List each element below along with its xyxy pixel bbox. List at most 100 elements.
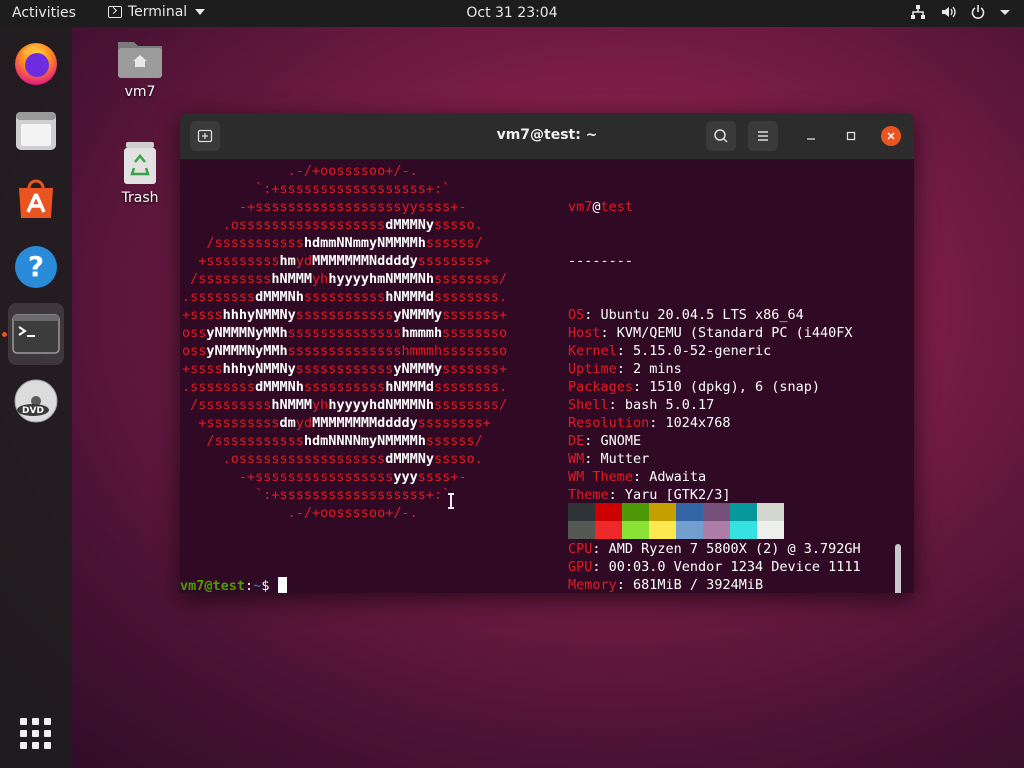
- info-value: : Adwaita: [633, 469, 707, 485]
- ascii-logo-line: /ssssssssssshdmNNNNmyNMMMMhssssss/: [182, 433, 483, 449]
- info-row: DE: GNOME: [568, 432, 861, 450]
- chevron-down-icon: [195, 9, 206, 15]
- ascii-logo-line: -+ssssssssssssssssssyyssss+-: [182, 199, 467, 215]
- info-key: Kernel: [568, 343, 617, 359]
- info-row: Uptime: 2 mins: [568, 360, 861, 378]
- chevron-down-icon[interactable]: [1000, 4, 1010, 20]
- network-icon[interactable]: [910, 4, 926, 20]
- info-row: WM: Mutter: [568, 450, 861, 468]
- palette-swatch: [568, 521, 595, 539]
- system-tray[interactable]: [910, 4, 1010, 20]
- info-value: : AMD Ryzen 7 5800X (2) @ 3.792GH: [592, 541, 861, 557]
- info-value: : Yaru [GTK2/3]: [608, 487, 731, 503]
- palette-swatch: [730, 503, 757, 521]
- ascii-logo-line: .ossssssssssssssssssdMMMNysssso.: [182, 217, 483, 233]
- user-host-line: vm7@test: [568, 199, 634, 215]
- desktop-home-folder[interactable]: vm7: [105, 36, 175, 100]
- text-cursor-icon: [448, 493, 454, 509]
- svg-text:?: ?: [28, 250, 44, 283]
- files-icon: [16, 112, 56, 150]
- maximize-icon: [846, 131, 856, 141]
- help-icon: ?: [15, 246, 57, 288]
- palette-swatch: [757, 521, 784, 539]
- info-row: Kernel: 5.15.0-52-generic: [568, 342, 861, 360]
- ascii-logo-line: +ssssssssshmydMMMMMMMNddddyssssssss+: [182, 253, 491, 269]
- ubuntu-ascii-logo: .-/+oossssoo+/-. `:+ssssssssssssssssss+:…: [182, 162, 507, 522]
- info-key: WM: [568, 451, 585, 467]
- info-key: Resolution: [568, 415, 650, 431]
- color-palette: [568, 503, 784, 539]
- search-button[interactable]: [706, 121, 736, 151]
- dvd-icon: DVD: [14, 379, 58, 423]
- minimize-button[interactable]: [801, 126, 821, 146]
- info-row: Memory: 681MiB / 3924MiB: [568, 576, 861, 593]
- info-row: Shell: bash 5.0.17: [568, 396, 861, 414]
- new-tab-button[interactable]: [190, 121, 220, 151]
- prompt-symbol: $: [261, 578, 278, 593]
- terminal-headerbar[interactable]: vm7@test: ~: [180, 113, 914, 160]
- terminal-output[interactable]: .-/+oossssoo+/-. `:+ssssssssssssssssss+:…: [180, 160, 904, 593]
- volume-icon[interactable]: [940, 4, 956, 20]
- palette-swatch: [622, 503, 649, 521]
- desktop-trash-label: Trash: [121, 190, 159, 206]
- app-menu[interactable]: Terminal: [108, 4, 206, 20]
- ascii-logo-line: .ssssssssdMMMNhsssssssssshNMMMdssssssss.: [182, 289, 508, 305]
- info-key: CPU: [568, 541, 593, 557]
- info-key: Packages: [568, 379, 634, 395]
- dock-dvd[interactable]: DVD: [8, 373, 64, 429]
- palette-swatch: [676, 521, 703, 539]
- info-user: vm7: [568, 199, 593, 215]
- prompt-user: vm7@test: [180, 578, 246, 593]
- info-key: GPU: [568, 559, 593, 575]
- info-value: : bash 5.0.17: [608, 397, 715, 413]
- palette-swatch: [595, 503, 622, 521]
- trash-icon: [124, 142, 156, 184]
- info-row: CPU: AMD Ryzen 7 5800X (2) @ 3.792GH: [568, 540, 861, 558]
- terminal-window[interactable]: vm7@test: ~ .-/+oossssoo+/-. `:+ssssssss…: [180, 113, 914, 593]
- info-key: Theme: [568, 487, 609, 503]
- info-row: Host: KVM/QEMU (Standard PC (i440FX: [568, 324, 861, 342]
- terminal-icon: [12, 314, 60, 354]
- palette-swatch: [676, 503, 703, 521]
- maximize-button[interactable]: [841, 126, 861, 146]
- terminal-scrollbar[interactable]: [895, 544, 901, 593]
- terminal-icon: [108, 6, 122, 18]
- info-value: : 5.15.0-52-generic: [616, 343, 772, 359]
- home-folder-icon: [118, 42, 162, 78]
- ascii-logo-line: +sssshhhyNMMNyssssssssssssyNMMMysssssss+: [182, 361, 508, 377]
- info-value: : GNOME: [584, 433, 642, 449]
- menu-button[interactable]: [748, 121, 778, 151]
- info-row: WM Theme: Adwaita: [568, 468, 861, 486]
- app-menu-label: Terminal: [128, 4, 188, 20]
- palette-swatch: [649, 521, 676, 539]
- info-row: Packages: 1510 (dpkg), 6 (snap): [568, 378, 861, 396]
- info-value: : Mutter: [584, 451, 650, 467]
- show-applications-icon[interactable]: [20, 718, 52, 750]
- dock-files[interactable]: [8, 103, 64, 159]
- ascii-logo-line: .ssssssssdMMMNhsssssssssshNMMMdssssssss.: [182, 379, 508, 395]
- ascii-logo-line: ossyNMMMNyMMhsssssssssssssshmmmhssssssso: [182, 325, 508, 341]
- info-row: Theme: Yaru [GTK2/3]: [568, 486, 861, 504]
- desktop-trash[interactable]: Trash: [105, 140, 175, 206]
- ascii-logo-line: ossyNMMMNyMMhsssssssssssssshmmmhssssssso: [182, 343, 508, 359]
- info-separator: --------: [568, 253, 634, 269]
- ascii-logo-line: +sssshhhyNMMNyssssssssssssyNMMMysssssss+: [182, 307, 508, 323]
- info-key: Host: [568, 325, 601, 341]
- dock-firefox[interactable]: [8, 35, 64, 91]
- ascii-logo-line: `:+ssssssssssssssssss+:`: [182, 181, 451, 197]
- top-bar: Activities Terminal Oct 31 23:04: [0, 0, 1024, 27]
- info-value: : 00:03.0 Vendor 1234 Device 1111: [592, 559, 861, 575]
- activities-button[interactable]: Activities: [12, 5, 76, 21]
- palette-swatch: [730, 521, 757, 539]
- dock-terminal[interactable]: [8, 303, 64, 365]
- shell-prompt[interactable]: vm7@test:~$: [180, 577, 287, 593]
- dock-software[interactable]: [8, 171, 64, 227]
- info-value: : 681MiB / 3924MiB: [616, 577, 764, 593]
- close-button[interactable]: [881, 126, 901, 146]
- dock-help[interactable]: ?: [8, 239, 64, 295]
- new-tab-icon: [197, 129, 213, 143]
- dock: ? DVD: [0, 27, 72, 768]
- palette-swatch: [622, 521, 649, 539]
- power-icon[interactable]: [970, 4, 986, 20]
- svg-text:DVD: DVD: [22, 406, 44, 416]
